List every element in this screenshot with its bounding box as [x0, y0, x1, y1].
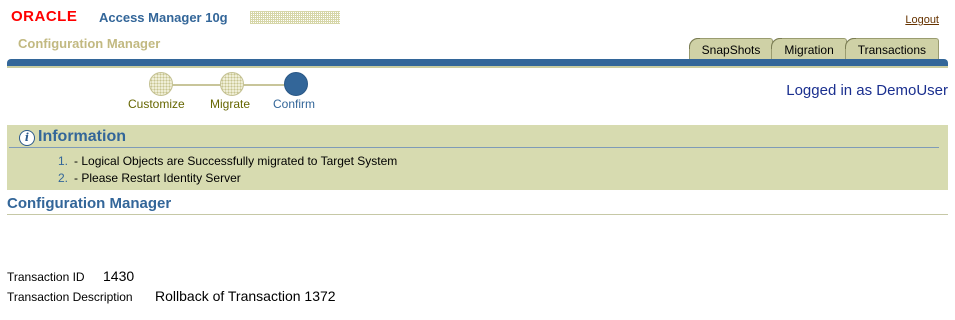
train-stop-migrate[interactable]: [220, 72, 244, 96]
information-title: Information: [38, 128, 126, 145]
section-divider: [7, 214, 948, 215]
train-stop-customize[interactable]: [149, 72, 173, 96]
message-number: 2.: [58, 171, 69, 185]
brand-pattern-graphic: [250, 11, 340, 24]
navigation-bar: [7, 59, 948, 66]
tab-migration[interactable]: Migration: [771, 38, 847, 59]
info-message: 2. - Please Restart Identity Server: [58, 171, 241, 185]
tab-transactions[interactable]: Transactions: [844, 38, 939, 59]
product-name: Access Manager 10g: [99, 10, 228, 25]
train-connector: [172, 84, 225, 86]
transaction-id-value: 1430: [103, 268, 135, 284]
message-number: 1.: [58, 154, 69, 168]
train-label-confirm: Confirm: [273, 97, 316, 111]
global-tabs: SnapShots Migration Transactions: [688, 38, 939, 59]
info-icon: i: [19, 130, 35, 146]
logged-in-user: Logged in as DemoUser: [786, 82, 948, 99]
info-message: 1. - Logical Objects are Successfully mig…: [58, 154, 397, 168]
message-text: - Please Restart Identity Server: [74, 171, 241, 185]
oracle-logo: ORACLE: [11, 8, 78, 25]
section-title: Configuration Manager: [7, 195, 172, 212]
train-label-customize[interactable]: Customize: [128, 97, 185, 111]
message-text: - Logical Objects are Successfully migra…: [74, 154, 398, 168]
information-divider: [9, 147, 939, 148]
train-stop-confirm: [284, 72, 308, 96]
transaction-description-value: Rollback of Transaction 1372: [155, 288, 336, 304]
transaction-id-label: Transaction ID: [7, 270, 85, 284]
logout-link[interactable]: Logout: [905, 14, 939, 26]
transaction-description-label: Transaction Description: [7, 290, 133, 304]
app-subtitle: Configuration Manager: [18, 36, 161, 51]
train-label-migrate[interactable]: Migrate: [210, 97, 250, 111]
tab-snapshots[interactable]: SnapShots: [688, 38, 774, 59]
navigation-bar-shadow: [7, 66, 948, 68]
train-connector: [241, 84, 286, 86]
